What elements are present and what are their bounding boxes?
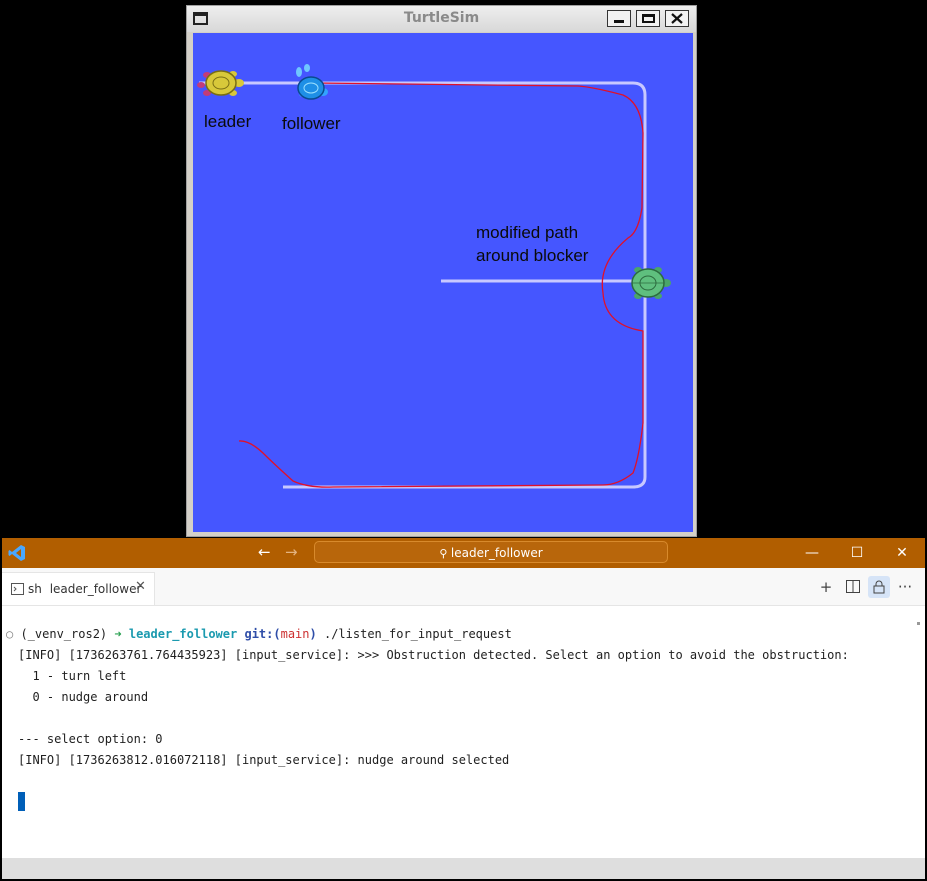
prompt-branch: main bbox=[280, 627, 310, 641]
terminal-tabbar: sh leader_follower ✕ + ··· bbox=[2, 568, 925, 606]
follower-label: follower bbox=[282, 114, 341, 133]
forward-arrow-icon[interactable]: → bbox=[285, 543, 298, 561]
leader-label: leader bbox=[204, 112, 252, 131]
minimize-icon bbox=[614, 20, 624, 23]
lock-scroll-icon[interactable] bbox=[868, 576, 890, 598]
close-icon bbox=[671, 13, 683, 24]
modified-path bbox=[238, 82, 644, 488]
vscode-maximize-button[interactable]: ☐ bbox=[834, 538, 880, 568]
terminal-line: 1 - turn left bbox=[18, 669, 127, 683]
prompt-git-prefix: git:( bbox=[244, 627, 281, 641]
search-icon: ⚲ bbox=[439, 547, 451, 560]
status-bar bbox=[2, 858, 925, 879]
close-button[interactable] bbox=[665, 10, 689, 27]
turtlesim-titlebar[interactable]: TurtleSim bbox=[187, 6, 696, 32]
terminal-line: --- select option: 0 bbox=[18, 732, 163, 746]
terminal-output[interactable]: ○ (_venv_ros2) ➜ leader_follower git:(ma… bbox=[2, 606, 925, 856]
minimize-button[interactable] bbox=[607, 10, 631, 27]
prompt-dir: leader_follower bbox=[128, 627, 238, 641]
minimize-icon: — bbox=[805, 545, 819, 561]
vscode-minimize-button[interactable]: — bbox=[789, 538, 835, 568]
back-arrow-icon[interactable]: ← bbox=[258, 543, 271, 561]
tab-shell-label: sh bbox=[28, 582, 42, 596]
close-icon: ✕ bbox=[896, 545, 908, 561]
prompt-arrow: ➜ bbox=[114, 627, 122, 641]
prompt-env: (_venv_ros2) bbox=[20, 627, 108, 641]
vscode-close-button[interactable]: ✕ bbox=[879, 538, 925, 568]
vscode-titlebar: ← → ⚲ leader_follower — ☐ ✕ bbox=[2, 538, 925, 568]
more-actions-icon[interactable]: ··· bbox=[894, 576, 916, 598]
leader-turtle-icon bbox=[197, 70, 244, 96]
terminal-tab[interactable]: sh leader_follower ✕ bbox=[2, 572, 155, 605]
scrollbar-dot bbox=[917, 622, 920, 625]
turtlesim-window: TurtleSim leader follower modified path … bbox=[186, 5, 697, 537]
terminal-cursor bbox=[18, 792, 25, 811]
prompt-status-icon: ○ bbox=[6, 627, 21, 641]
annotation-line-1: modified path bbox=[476, 223, 579, 242]
tab-name-label: leader_follower bbox=[49, 582, 142, 596]
maximize-button[interactable] bbox=[636, 10, 660, 27]
maximize-icon bbox=[642, 14, 655, 23]
new-terminal-icon[interactable]: + bbox=[815, 576, 837, 598]
vscode-window: ← → ⚲ leader_follower — ☐ ✕ sh leader_fo… bbox=[2, 538, 925, 879]
terminal-icon bbox=[11, 583, 24, 595]
terminal-line: 0 - nudge around bbox=[18, 690, 149, 704]
split-terminal-icon[interactable] bbox=[842, 576, 864, 598]
terminal-prompt-line: ○ (_venv_ros2) ➜ leader_follower git:(ma… bbox=[6, 626, 512, 643]
prompt-git-suffix: ) bbox=[309, 627, 317, 641]
search-label: leader_follower bbox=[450, 546, 543, 560]
vscode-logo-icon bbox=[8, 545, 25, 561]
terminal-line: [INFO] [1736263761.764435923] [input_ser… bbox=[18, 648, 849, 662]
maximize-icon: ☐ bbox=[850, 545, 864, 561]
prompt-command: ./listen_for_input_request bbox=[323, 627, 512, 641]
command-center-search[interactable]: ⚲ leader_follower bbox=[314, 541, 668, 563]
terminal-line: [INFO] [1736263812.016072118] [input_ser… bbox=[18, 753, 510, 767]
turtlesim-drawing bbox=[197, 64, 671, 489]
turtlesim-canvas: leader follower modified path around blo… bbox=[193, 33, 693, 532]
leader-trail bbox=[199, 81, 647, 489]
tab-close-icon[interactable]: ✕ bbox=[135, 579, 146, 594]
annotation-line-2: around blocker bbox=[476, 246, 589, 265]
blocker-turtle-icon bbox=[631, 267, 671, 299]
